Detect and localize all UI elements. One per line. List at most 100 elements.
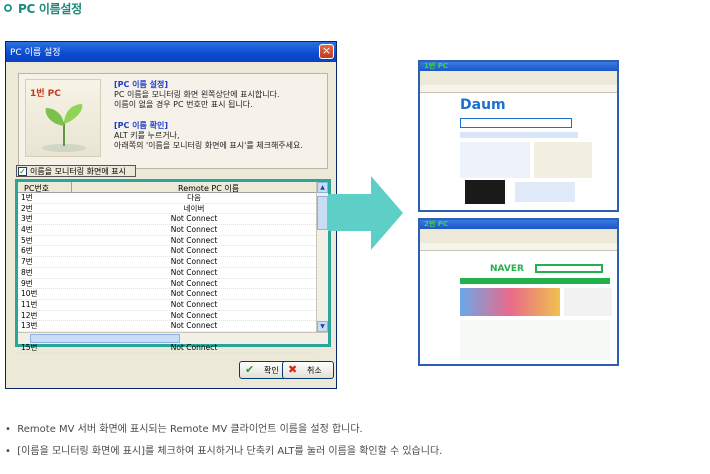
note-1-text: Remote MV 서버 화면에 표시되는 Remote MV 클라이언트 이름… <box>17 424 363 435</box>
table-row[interactable]: 3번 Not Connect <box>18 214 316 226</box>
remote-name-cell[interactable]: Not Connect <box>74 236 314 246</box>
browser-toolbar <box>420 71 617 86</box>
pc-number-cell: 2번 <box>21 203 33 213</box>
pc-name-dialog: PC 이름 설정 × 1번 PC [PC 이름 설정] PC 이름을 모니터링 … <box>5 41 337 389</box>
pc-number-cell: 15번 <box>21 342 38 352</box>
arrow-head-icon <box>371 176 403 250</box>
plant-illustration: 1번 PC <box>25 79 101 157</box>
pc-number-cell: 5번 <box>21 235 33 245</box>
pc-name-overlay: 2번 PC <box>424 220 449 228</box>
site-logo: NAVER <box>490 264 524 274</box>
scroll-up-icon[interactable]: ▲ <box>317 182 328 193</box>
info-panel: 1번 PC [PC 이름 설정] PC 이름을 모니터링 화면 왼쪽상단에 표시… <box>18 73 328 169</box>
site-search-box <box>460 118 572 128</box>
remote-name-cell[interactable]: 다음 <box>74 193 314 203</box>
remote-name-cell[interactable]: Not Connect <box>74 279 314 289</box>
cancel-button[interactable]: ✖ 취소 <box>282 361 334 379</box>
site-nav <box>460 132 578 138</box>
pc-number-cell: 3번 <box>21 214 33 224</box>
pc-number-cell: 4번 <box>21 225 33 235</box>
show-name-checkbox-row[interactable]: ✓ 이름을 모니터링 화면에 표시 <box>16 165 136 177</box>
monitor-screenshot-2: 2번 PC NAVER <box>418 218 619 366</box>
dialog-title: PC 이름 설정 <box>10 48 61 58</box>
site-ad-block <box>534 142 592 178</box>
browser-titlebar: 2번 PC <box>420 220 617 229</box>
monitor-screenshot-1: 1번 PC Daum <box>418 60 619 212</box>
remote-name-cell[interactable]: Not Connect <box>74 300 314 310</box>
show-name-checkbox[interactable]: ✓ <box>18 167 27 176</box>
info-line-3: ALT 키를 누르거나, <box>114 131 180 140</box>
pc-number-cell: 10번 <box>21 289 38 299</box>
dialog-titlebar[interactable]: PC 이름 설정 × <box>6 42 336 62</box>
pc-name-overlay: 1번 PC <box>424 62 449 70</box>
site-nav <box>460 278 610 284</box>
pc-number-cell: 9번 <box>21 278 33 288</box>
scroll-down-icon[interactable]: ▼ <box>317 321 328 332</box>
list-header: PC번호 Remote PC 이름 <box>18 182 316 193</box>
site-content-block <box>460 320 610 360</box>
pc-number-cell: 12번 <box>21 310 38 320</box>
ok-button-label: 확인 <box>264 366 279 375</box>
table-row[interactable]: 11번 Not Connect <box>18 300 316 311</box>
info-line-1: PC 이름을 모니터링 화면 왼쪽상단에 표시합니다. <box>114 90 280 99</box>
pc-number-cell: 6번 <box>21 246 33 256</box>
remote-name-cell[interactable]: Not Connect <box>74 214 314 224</box>
table-row[interactable]: 13번 Not Connect <box>18 321 316 332</box>
page-title: PC 이름설정 <box>18 2 82 16</box>
pc-number-cell: 13번 <box>21 321 38 331</box>
table-row[interactable]: 10번 Not Connect <box>18 289 316 300</box>
horizontal-scroll-thumb[interactable] <box>30 334 180 343</box>
remote-name-cell[interactable]: Not Connect <box>74 246 314 256</box>
note-2-text: [이름을 모니터링 화면에 표시]를 체크하여 표시하거나 단축키 ALT를 눌… <box>17 446 443 457</box>
column-divider <box>71 182 72 193</box>
remote-name-cell[interactable]: Not Connect <box>74 225 314 235</box>
site-logo: Daum <box>460 97 506 113</box>
site-search-box <box>535 264 603 273</box>
note-2: • [이름을 모니터링 화면에 표시]를 체크하여 표시하거나 단축키 ALT를… <box>5 446 443 457</box>
sprout-icon <box>42 104 86 152</box>
remote-name-cell[interactable]: Not Connect <box>74 311 314 321</box>
list-rows: 1번 다음 2번 네이버 3번 Not Connect 4번 Not Connect 5번 Not… <box>18 193 316 354</box>
info-heading-name: [PC 이름 설정] <box>114 80 169 89</box>
x-icon: ✖ <box>288 363 298 376</box>
remote-name-cell[interactable]: 네이버 <box>74 204 314 214</box>
vertical-scrollbar[interactable]: ▲ ▼ <box>316 182 328 332</box>
cancel-button-label: 취소 <box>307 366 322 375</box>
pc-number-cell: 11번 <box>21 299 38 309</box>
pc-list: PC번호 Remote PC 이름 1번 다음 2번 네이버 3번 Not Connect… <box>15 179 331 354</box>
arrow-right-icon <box>328 194 372 231</box>
check-icon: ✔ <box>245 363 255 376</box>
vertical-scroll-thumb[interactable] <box>317 196 328 230</box>
table-row[interactable]: 1번 다음 <box>18 193 316 204</box>
table-row[interactable]: 2번 네이버 <box>18 204 316 215</box>
table-row[interactable]: 4번 Not Connect <box>18 225 316 236</box>
site-login-box <box>564 288 612 316</box>
table-row[interactable]: 12번 Not Connect <box>18 311 316 322</box>
info-line-4: 아래쪽의 '이름을 모니터링 화면에 표시'를 체크해주세요. <box>114 141 303 150</box>
close-icon: × <box>321 44 332 57</box>
table-row[interactable]: 6번 Not Connect <box>18 246 316 258</box>
note-1: • Remote MV 서버 화면에 표시되는 Remote MV 클라이언트 … <box>5 424 363 435</box>
table-row[interactable]: 9번 Not Connect <box>18 279 316 290</box>
browser-titlebar: 1번 PC <box>420 62 617 71</box>
remote-name-cell[interactable]: Not Connect <box>74 268 314 278</box>
site-banner <box>460 288 560 316</box>
browser-address-bar <box>420 243 617 251</box>
close-button[interactable]: × <box>319 44 334 59</box>
site-login-box <box>515 182 575 202</box>
remote-name-cell[interactable]: Not Connect <box>74 321 314 331</box>
horizontal-scrollbar[interactable] <box>18 332 328 344</box>
remote-name-cell[interactable]: Not Connect <box>74 289 314 299</box>
remote-name-cell[interactable]: Not Connect <box>74 343 314 353</box>
table-row[interactable]: 15번 Not Connect <box>18 343 316 354</box>
header-bullet-icon <box>4 4 12 12</box>
site-content-block <box>460 142 530 178</box>
show-name-checkbox-label: 이름을 모니터링 화면에 표시 <box>30 167 126 176</box>
pc-number-cell: 7번 <box>21 257 33 267</box>
remote-name-cell[interactable]: Not Connect <box>74 257 314 267</box>
table-row[interactable]: 5번 Not Connect <box>18 236 316 247</box>
table-row[interactable]: 7번 Not Connect <box>18 257 316 268</box>
browser-address-bar <box>420 85 617 93</box>
info-line-2: 이름이 없을 경우 PC 번호만 표시 됩니다. <box>114 100 253 109</box>
table-row[interactable]: 8번 Not Connect <box>18 268 316 279</box>
